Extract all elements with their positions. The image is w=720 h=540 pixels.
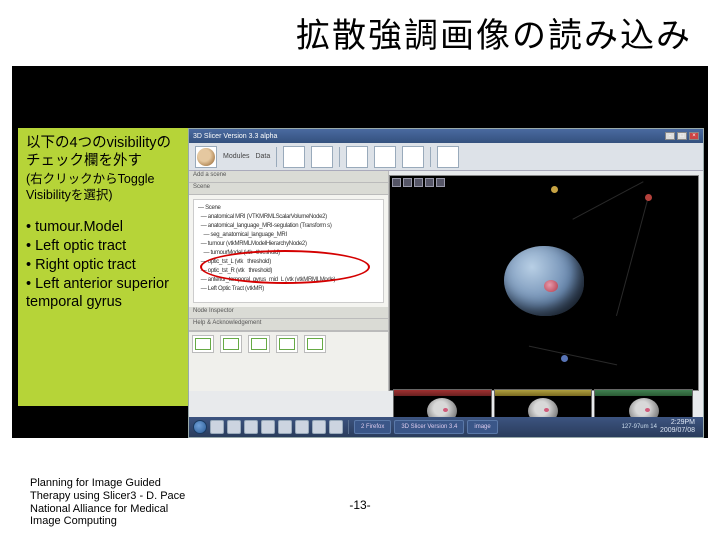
layout-thumb[interactable] (248, 335, 270, 353)
quicklaunch-icon[interactable] (227, 420, 241, 434)
toolbar-button[interactable] (437, 146, 459, 168)
tree-row[interactable]: — Left Optic Tract (vtkMR) (198, 285, 379, 294)
clock-time: 2:29PM (660, 419, 695, 427)
panel-thumbnails (189, 331, 388, 391)
list-item: • Right optic tract (26, 256, 180, 274)
quicklaunch-icon[interactable] (312, 420, 326, 434)
tree-row[interactable]: — tumour (vtkMRMLModelHierarchyNode2) (198, 240, 379, 249)
toolbar-button[interactable] (311, 146, 333, 168)
layout-thumb[interactable] (304, 335, 326, 353)
credit-line: Image Computing (30, 515, 185, 528)
view-button[interactable] (392, 178, 401, 187)
instruction-sub: (右クリックからToggle Visibilityを選択) (26, 172, 180, 203)
app-toolbar: Modules Data (189, 143, 703, 171)
tree-row[interactable]: — tumourModel (vtk threshold) (198, 249, 379, 258)
slide-title: 拡散強調画像の読み込み (296, 8, 692, 57)
minimize-icon[interactable]: - (665, 132, 675, 140)
maximize-icon[interactable]: □ (677, 132, 687, 140)
tree-row[interactable]: — anatomical_language_MRI-segulation (Tr… (198, 222, 379, 231)
taskbar-task[interactable]: 3D Slicer Version 3.4 (394, 420, 464, 434)
taskbar-clock: 2:29PM 2009/07/08 (660, 419, 695, 435)
view-button[interactable] (403, 178, 412, 187)
clock-date: 2009/07/08 (660, 427, 695, 435)
layout-thumb[interactable] (220, 335, 242, 353)
quicklaunch-icon[interactable] (244, 420, 258, 434)
instruction-main: 以下の4つのvisibilityのチェック欄を外す (26, 134, 180, 170)
scene-tree[interactable]: — Scene — anatomical MRI (VTKMRMLScalarV… (193, 199, 384, 303)
instruction-list: • tumour.Model • Left optic tract • Righ… (26, 218, 180, 312)
tree-row[interactable]: — anatomical MRI (VTKMRMLScalarVolumeNod… (198, 213, 379, 222)
os-taskbar: 2 Firefox 3D Slicer Version 3.4 image 12… (189, 417, 703, 437)
footer-credit: Planning for Image Guided Therapy using … (30, 477, 185, 528)
app-screenshot: 3D Slicer Version 3.3 alpha - □ × Module… (188, 128, 704, 438)
quicklaunch-icon[interactable] (210, 420, 224, 434)
guide-line (616, 200, 648, 316)
toolbar-button[interactable] (402, 146, 424, 168)
brain-render (484, 236, 604, 336)
taskbar-separator (348, 420, 349, 434)
axis-marker-s (551, 186, 558, 193)
view-button[interactable] (414, 178, 423, 187)
tree-row[interactable]: — anterior_temporal_gyrus_mid_L (vtk (vt… (198, 276, 379, 285)
guide-line (529, 346, 617, 366)
axis-marker-a (645, 194, 652, 201)
view-button[interactable] (425, 178, 434, 187)
panel-header: Add a scene (189, 171, 388, 183)
panel-section[interactable]: Help & Acknowledgement (189, 319, 388, 331)
panel-section[interactable]: Node Inspector (189, 307, 388, 319)
credit-line: Planning for Image Guided (30, 477, 185, 490)
taskbar-task[interactable]: 2 Firefox (354, 420, 391, 434)
list-item: • Left anterior superior temporal gyrus (26, 275, 180, 311)
axis-marker-p (561, 355, 568, 362)
layout-thumb[interactable] (192, 335, 214, 353)
tray-text: 127-97um 14 (622, 424, 657, 430)
instruction-box: 以下の4つのvisibilityのチェック欄を外す (右クリックからToggle… (18, 128, 188, 406)
toolbar-button[interactable] (374, 146, 396, 168)
quicklaunch-icon[interactable] (329, 420, 343, 434)
data-dropdown[interactable]: Data (255, 153, 270, 160)
brain-surface (504, 246, 584, 316)
toolbar-button[interactable] (283, 146, 305, 168)
toolbar-separator (276, 147, 277, 167)
slice-header-yellow (495, 390, 592, 396)
credit-line: Therapy using Slicer3 - D. Pace (30, 490, 185, 503)
page-number: -13- (349, 498, 370, 512)
guide-line (572, 181, 643, 219)
list-item: • tumour.Model (26, 218, 180, 236)
tree-row[interactable]: — optic_tst_L (vtk threshold) (198, 258, 379, 267)
quicklaunch-icon[interactable] (261, 420, 275, 434)
modules-label: Modules (223, 153, 249, 160)
slice-header-green (595, 390, 692, 396)
toolbar-separator (339, 147, 340, 167)
tree-row[interactable]: — optic_tst_R (vtk threshold) (198, 267, 379, 276)
window-titlebar: 3D Slicer Version 3.3 alpha - □ × (189, 129, 703, 143)
tree-row[interactable]: — Scene (198, 204, 379, 213)
close-icon[interactable]: × (689, 132, 699, 140)
3d-view-controls (392, 178, 445, 187)
slice-header-red (394, 390, 491, 396)
toolbar-separator (430, 147, 431, 167)
tumour-model (544, 280, 558, 292)
3d-viewport[interactable] (389, 175, 699, 391)
main-area: Add a scene Scene — Scene — anatomical M… (189, 171, 703, 391)
start-button-icon[interactable] (193, 420, 207, 434)
toolbar-button[interactable] (346, 146, 368, 168)
taskbar-task[interactable]: image (467, 420, 497, 434)
window-title: 3D Slicer Version 3.3 alpha (193, 133, 277, 140)
credit-line: National Alliance for Medical (30, 503, 185, 516)
quicklaunch-icon[interactable] (295, 420, 309, 434)
brain-logo-icon (195, 146, 217, 168)
panel-scene-header: Scene (189, 183, 388, 195)
layout-thumb[interactable] (276, 335, 298, 353)
view-button[interactable] (436, 178, 445, 187)
list-item: • Left optic tract (26, 237, 180, 255)
tree-row[interactable]: — seg_anatomical_language_MRI (198, 231, 379, 240)
quicklaunch-icon[interactable] (278, 420, 292, 434)
left-panel: Add a scene Scene — Scene — anatomical M… (189, 171, 389, 391)
